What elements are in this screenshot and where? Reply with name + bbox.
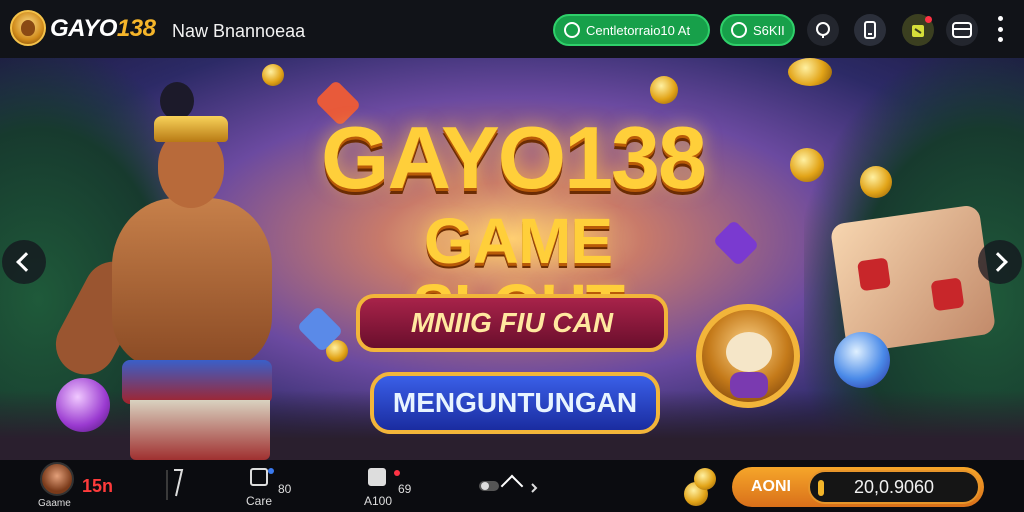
coin-icon (790, 148, 824, 182)
item-2-label[interactable]: A100 (364, 494, 392, 508)
logo-text[interactable]: GAYO138 (50, 15, 156, 43)
wallet-button[interactable] (946, 14, 978, 46)
register-button-label: S6KII (753, 22, 785, 38)
balance-label: AONI (751, 478, 791, 495)
logo-text-accent: 138 (116, 15, 156, 42)
phone-button[interactable] (854, 14, 886, 46)
box-icon[interactable] (368, 468, 386, 486)
logo-text-main: GAYO (50, 15, 117, 42)
notification-dot (925, 16, 932, 23)
wallet-icon (952, 22, 972, 38)
logo-icon[interactable] (10, 10, 46, 46)
gem-icon (712, 219, 760, 267)
slash-icon (174, 469, 184, 497)
top-bar: GAYO138 Naw Bnannoeaa Centletorraio10 At… (0, 0, 1024, 58)
gift-icon (912, 25, 924, 37)
balance-pill[interactable]: AONI 20,0.9060 (732, 467, 984, 507)
balance-value: 20,0.9060 (808, 470, 980, 504)
more-icon[interactable] (993, 16, 1007, 42)
balance-amount: 20,0.9060 (853, 476, 935, 497)
dice-box (829, 204, 997, 354)
cta-button[interactable]: MENGUNTUNGAN (370, 372, 660, 434)
toggle-icon[interactable] (478, 480, 500, 492)
coin-icon (860, 166, 892, 198)
bubble-orb (834, 332, 890, 388)
phone-icon (864, 21, 876, 39)
chat-button[interactable] (807, 14, 839, 46)
avatar[interactable] (40, 462, 74, 496)
alert-dot (394, 470, 400, 476)
user-name: Gaame (38, 498, 71, 509)
chat-icon (816, 22, 830, 38)
item-1-label[interactable]: Care (246, 494, 272, 508)
item-1-value: 80 (278, 482, 292, 496)
item-2-value: 69 (398, 482, 412, 496)
coin-icon (788, 58, 832, 86)
clock-icon (564, 22, 580, 38)
card-icon[interactable] (250, 468, 268, 486)
circle-icon (731, 22, 747, 38)
home-icon[interactable] (500, 474, 524, 498)
coin-icon (262, 64, 284, 86)
login-button[interactable]: Centletorraio10 At (553, 14, 710, 46)
coin-icon (650, 76, 678, 104)
promo-banner[interactable]: GAYO138 GAME SLOUT MNIIG FIU CAN MENGUNT… (0, 58, 1024, 460)
balance-marker (818, 480, 824, 496)
gift-button[interactable] (902, 14, 934, 46)
divider (166, 470, 168, 500)
chevron-left-icon (16, 252, 36, 272)
carousel-prev-button[interactable] (2, 240, 46, 284)
register-button[interactable]: S6KII (720, 14, 795, 46)
shiba-coin-mascot (696, 304, 800, 408)
status-dot (268, 468, 274, 474)
banner-badge: MNIIG FIU CAN (356, 294, 668, 352)
carousel-next-button[interactable] (978, 240, 1022, 284)
nav-title[interactable]: Naw Bnannoeaa (172, 21, 305, 42)
chevron-right-icon (988, 252, 1008, 272)
magic-orb (56, 378, 110, 432)
login-button-label: Centletorraio10 At (586, 22, 691, 38)
user-number: 15n (82, 476, 114, 496)
chevron-right-icon[interactable] (530, 482, 538, 494)
banner-headline: GAYO138 (321, 108, 707, 207)
